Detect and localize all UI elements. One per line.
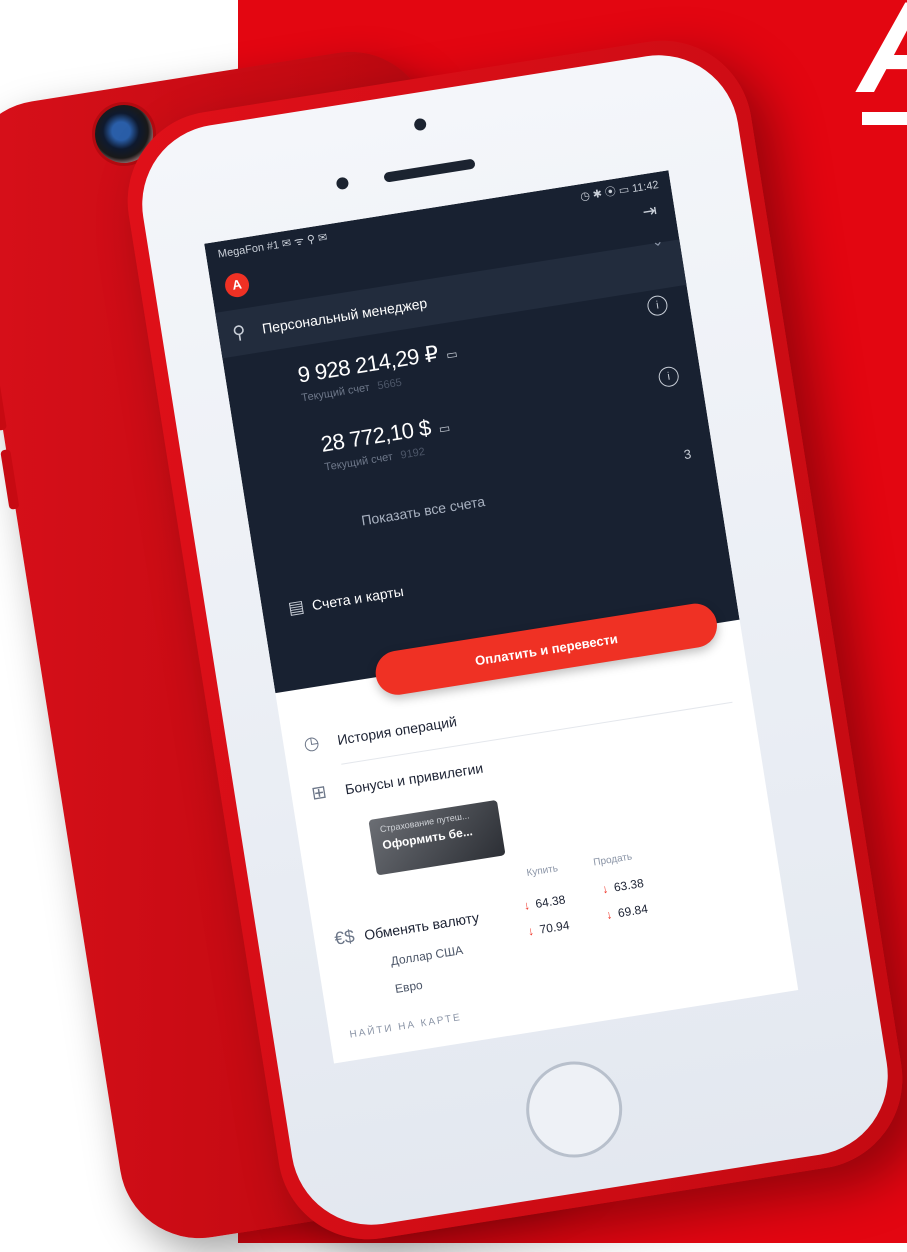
side-button [0, 449, 20, 510]
light-panel: ◷ История операций ⊞ Бонусы и привилегии… [280, 650, 796, 1050]
fx-header: Купить Продать [526, 851, 633, 879]
chevron-down-icon[interactable]: ⌄ [650, 232, 664, 251]
fx-value: 69.84 [616, 901, 649, 921]
fx-usd-sell: ↓ 63.38 [601, 876, 645, 896]
bank-logo[interactable]: A [223, 271, 251, 299]
bonuses-label: Бонусы и привилегии [343, 759, 485, 797]
fx-row-usd: Доллар США [390, 943, 464, 968]
gift-icon: ⊞ [309, 781, 329, 804]
fx-sell-header: Продать [592, 851, 633, 869]
arrow-down-icon: ↓ [605, 907, 614, 923]
fx-value: 64.38 [534, 892, 567, 911]
person-icon: ⚲ [230, 320, 248, 343]
account-number: 9192 [399, 445, 426, 462]
brand-logo-underline [862, 112, 907, 125]
accounts-cards-label: Счета и карты [310, 582, 405, 614]
clock-icon: ◷ [302, 732, 321, 755]
card-icon: ▭ [437, 420, 451, 437]
fx-eur-sell: ↓ 69.84 [605, 902, 649, 922]
arrow-down-icon: ↓ [600, 881, 610, 897]
side-button [0, 370, 7, 431]
fx-title: Обменять валюту [363, 908, 481, 943]
account-number: 5665 [376, 376, 403, 393]
find-on-map-link[interactable]: НАЙТИ НА КАРТЕ [349, 1012, 463, 1041]
arrow-down-icon: ↓ [526, 923, 535, 939]
brand-logo-letter: А [858, 0, 907, 112]
arrow-down-icon: ↓ [522, 898, 531, 913]
card-icon: ▭ [445, 346, 458, 363]
currency-exchange-icon: €$ [332, 925, 356, 949]
fx-value: 70.94 [538, 918, 571, 937]
cards-icon: ▤ [286, 596, 306, 618]
fx-value: 63.38 [612, 875, 645, 895]
logout-icon[interactable]: ⇥ [641, 200, 664, 223]
fx-eur-buy: ↓ 70.94 [527, 918, 571, 938]
fx-currency-name: Евро [394, 977, 424, 996]
promo-card[interactable]: Страхование путеш... Оформить бе... [368, 799, 506, 876]
history-label: История операций [336, 712, 458, 748]
fx-buy-header: Купить [525, 863, 559, 879]
fx-usd-buy: ↓ 64.38 [523, 892, 567, 912]
fx-currency-name: Доллар США [389, 943, 464, 969]
fx-row-eur: Евро [394, 978, 424, 996]
